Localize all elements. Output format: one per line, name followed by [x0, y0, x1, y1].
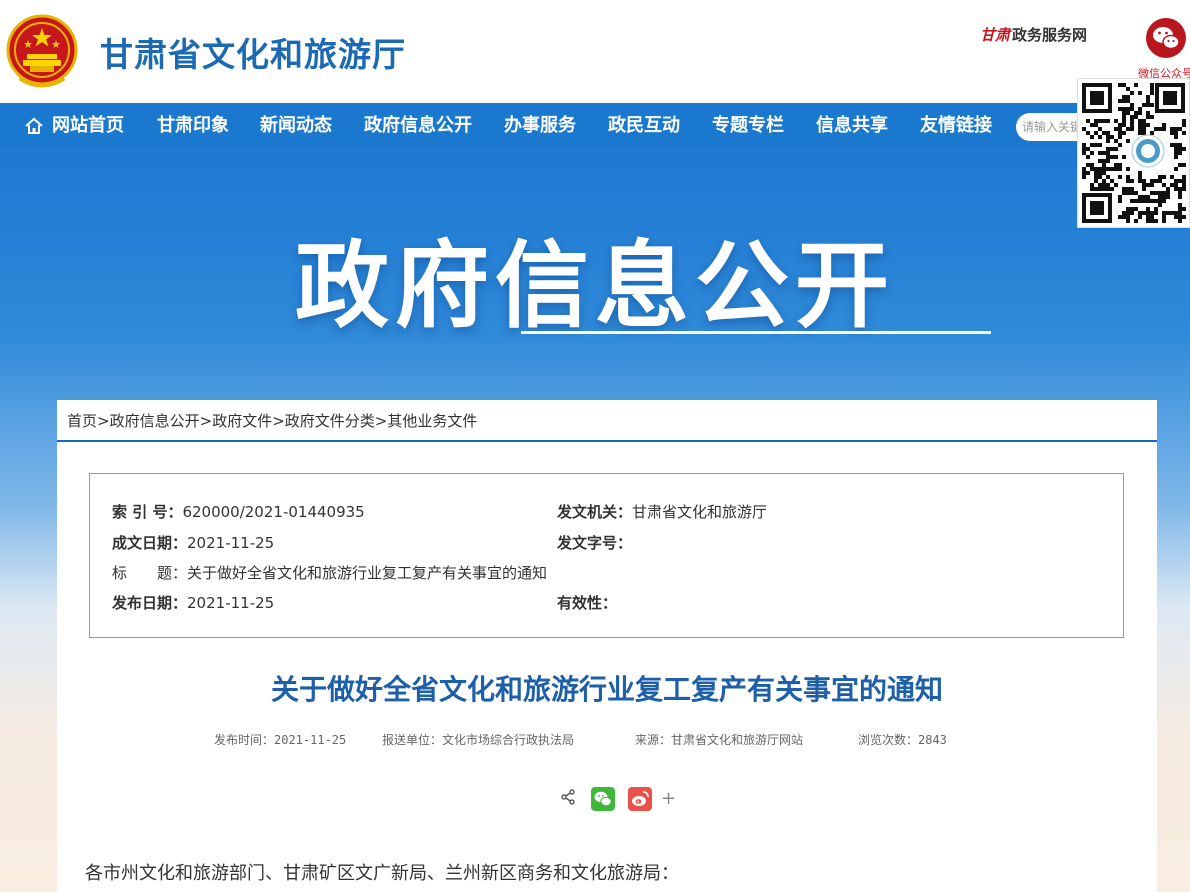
national-emblem-icon — [6, 14, 78, 88]
wechat-official-icon[interactable] — [1146, 18, 1186, 58]
banner-underline — [521, 331, 991, 334]
nav-item-gov-info[interactable]: 政府信息公开 — [364, 103, 472, 148]
meta-pub-date: 发布日期：2021-11-25 — [112, 592, 274, 613]
breadcrumb-separator: > — [97, 412, 110, 430]
source: 来源：甘肃省文化和旅游厅网站 — [635, 733, 804, 747]
meta-validity-label: 有效性： — [557, 594, 618, 612]
article-title: 关于做好全省文化和旅游行业复工复产有关事宜的通知 — [270, 673, 943, 706]
site-title[interactable]: 甘肃省文化和旅游厅 — [100, 28, 406, 76]
breadcrumb-separator: > — [199, 412, 213, 430]
more-share-button[interactable]: + — [661, 788, 676, 810]
qr-code — [1077, 78, 1190, 228]
meta-date: 成文日期：2021-11-25 — [112, 532, 274, 553]
gov-service-link[interactable]: 甘肃 政务服务网 — [980, 24, 1087, 45]
nav-item-services[interactable]: 办事服务 — [504, 103, 576, 148]
meta-date-label: 成文日期： — [112, 534, 188, 552]
site-header: 甘肃省文化和旅游厅 甘肃 政务服务网 微信公众号 — [0, 0, 1190, 103]
meta-title-label: 标 题： — [112, 564, 188, 582]
view-count: 浏览次数：2843 — [858, 733, 947, 747]
weibo-share-button[interactable] — [628, 787, 652, 811]
meta-pub-date-label: 发布日期： — [112, 594, 188, 612]
submitter: 报送单位：文化市场综合行政执法局 — [382, 733, 575, 747]
gov-service-brand: 甘肃 — [980, 26, 1011, 44]
wechat-bubble-icon — [1153, 27, 1180, 50]
nav-item-info-share[interactable]: 信息共享 — [816, 103, 888, 148]
breadcrumb-separator: > — [272, 412, 285, 430]
share-icon[interactable] — [560, 789, 576, 805]
article-salutation: 各市州文化和旅游部门、甘肃矿区文广新局、兰州新区商务和文化旅游局： — [85, 863, 679, 884]
qr-code-icon — [1078, 79, 1189, 227]
meta-issuer-label: 发文机关： — [557, 503, 633, 521]
nav-item-news[interactable]: 新闻动态 — [260, 103, 332, 148]
wechat-share-button[interactable] — [591, 787, 615, 811]
meta-doc-no: 发文字号： — [557, 532, 632, 553]
nav-item-topics[interactable]: 专题专栏 — [712, 103, 784, 148]
nav-item-home[interactable]: 网站首页 — [52, 103, 124, 148]
meta-issuer: 发文机关：甘肃省文化和旅游厅 — [557, 501, 767, 522]
meta-index-label: 索 引 号： — [112, 503, 183, 521]
meta-index: 索 引 号：620000/2021-01440935 — [112, 501, 365, 522]
breadcrumb-gov-docs[interactable]: 政府文件 — [212, 412, 272, 430]
nav-item-links[interactable]: 友情链接 — [920, 103, 992, 148]
breadcrumb-doc-category[interactable]: 政府文件分类 — [285, 412, 375, 430]
publish-time: 发布时间：2021-11-25 — [214, 733, 347, 747]
breadcrumb-home[interactable]: 首页 — [67, 412, 97, 430]
nav-item-gansu-impression[interactable]: 甘肃印象 — [157, 103, 229, 148]
banner-title: 政府信息公开 — [294, 232, 895, 341]
search-input[interactable]: 请输入关键 — [1016, 113, 1080, 141]
meta-title-value: 关于做好全省文化和旅游行业复工复产有关事宜的通知 — [187, 564, 548, 582]
document-metadata: 索 引 号：620000/2021-01440935 发文机关：甘肃省文化和旅游… — [89, 473, 1124, 638]
meta-doc-no-label: 发文字号： — [557, 534, 633, 552]
weibo-icon — [632, 791, 649, 806]
gov-service-text: 政务服务网 — [1012, 26, 1088, 44]
breadcrumb-gov-info[interactable]: 政府信息公开 — [110, 412, 200, 430]
breadcrumb-other-docs[interactable]: 其他业务文件 — [387, 412, 477, 430]
meta-pub-date-value: 2021-11-25 — [187, 594, 275, 612]
main-nav: 网站首页 甘肃印象 新闻动态 政府信息公开 办事服务 政民互动 专题专栏 信息共… — [0, 103, 1190, 148]
wechat-icon — [594, 791, 612, 807]
home-icon — [25, 117, 43, 134]
meta-issuer-value: 甘肃省文化和旅游厅 — [632, 503, 768, 521]
meta-date-value: 2021-11-25 — [187, 534, 275, 552]
meta-title: 标 题：关于做好全省文化和旅游行业复工复产有关事宜的通知 — [112, 562, 547, 583]
breadcrumb-separator: > — [374, 412, 388, 430]
content-panel: 首页>政府信息公开>政府文件>政府文件分类>其他业务文件 索 引 号：62000… — [57, 400, 1157, 892]
breadcrumb-divider — [57, 440, 1157, 442]
meta-index-value: 620000/2021-01440935 — [182, 503, 365, 521]
nav-item-interaction[interactable]: 政民互动 — [608, 103, 680, 148]
meta-validity: 有效性： — [557, 592, 617, 613]
breadcrumb: 首页>政府信息公开>政府文件>政府文件分类>其他业务文件 — [67, 410, 477, 431]
